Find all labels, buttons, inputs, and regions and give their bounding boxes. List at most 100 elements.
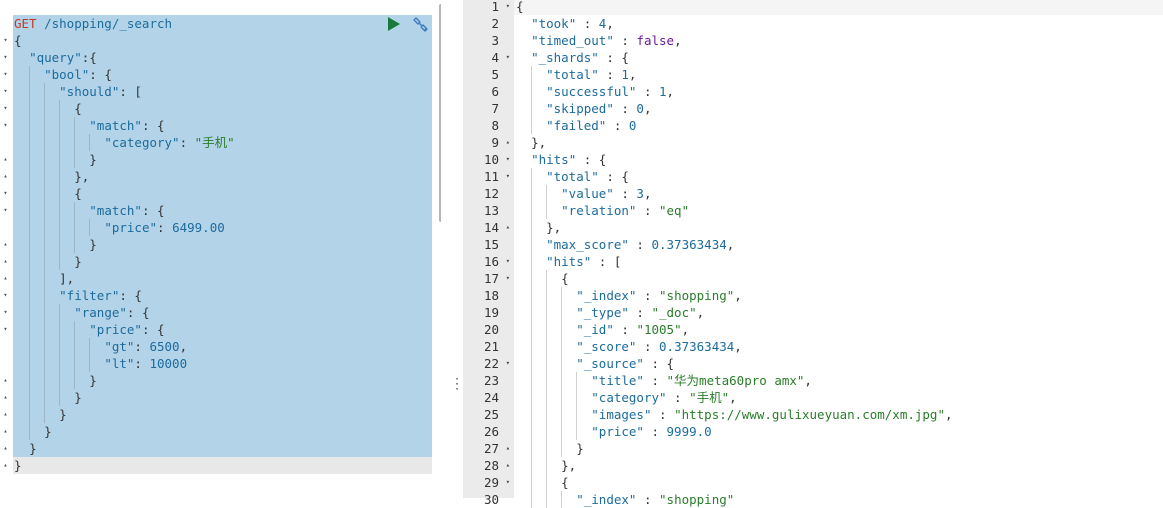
unfold-arrow-icon[interactable]: ▴ bbox=[1, 389, 10, 406]
response-code[interactable]: { "took" : 4, "timed_out" : false, "_sha… bbox=[516, 0, 953, 508]
code-token: 9999.0 bbox=[666, 424, 712, 439]
code-token: "_source" bbox=[576, 356, 644, 371]
code-line: "query":{ bbox=[14, 49, 235, 66]
fold-arrow-icon[interactable]: ▾ bbox=[1, 49, 10, 66]
code-token: 6499.00 bbox=[172, 220, 225, 235]
code-line: }, bbox=[516, 219, 953, 236]
fold-arrow-icon[interactable]: ▾ bbox=[506, 474, 510, 491]
indent-guide bbox=[561, 304, 563, 321]
line-number-label: 10 bbox=[483, 152, 499, 167]
fold-arrow-icon[interactable]: ▾ bbox=[506, 253, 510, 270]
line-number: 1 ▾ bbox=[463, 0, 514, 15]
code-line: "hits" : [ bbox=[516, 253, 953, 270]
line-number-label: 28 bbox=[483, 458, 499, 473]
unfold-arrow-icon[interactable]: ▴ bbox=[1, 406, 10, 423]
indent-guide bbox=[531, 100, 533, 117]
unfold-arrow-icon[interactable]: ▴ bbox=[1, 457, 10, 474]
fold-gutter[interactable]: ▾ ▾ ▾ ▾ ▾ ▾ ▴ ▴ ▾ ▾ ▴ ▴ ▴ ▾ ▾ ▾ ▴ ▴ ▴ ▴ ▴ ▴ bbox=[0, 0, 12, 480]
request-code[interactable]: GET /shopping/_search { "query":{ "bool"… bbox=[14, 15, 235, 474]
code-token: "hits" bbox=[531, 152, 577, 167]
code-token: , bbox=[945, 407, 953, 422]
fold-arrow-icon[interactable]: ▾ bbox=[506, 49, 510, 66]
code-token: : bbox=[598, 67, 622, 82]
play-icon[interactable] bbox=[387, 17, 401, 31]
editor-scrollbar[interactable] bbox=[439, 4, 441, 222]
unfold-arrow-icon[interactable]: ▴ bbox=[1, 253, 10, 270]
fold-arrow-icon[interactable]: ▾ bbox=[1, 304, 10, 321]
code-token: "_shards" bbox=[531, 50, 599, 65]
indent-guide bbox=[531, 185, 533, 202]
unfold-arrow-icon[interactable]: ▴ bbox=[506, 457, 510, 474]
indent-guide bbox=[531, 355, 533, 372]
fold-arrow-icon[interactable]: ▾ bbox=[1, 185, 10, 202]
fold-arrow-icon[interactable]: ▾ bbox=[1, 32, 10, 49]
indent-guide bbox=[44, 270, 46, 287]
code-token: { bbox=[561, 475, 569, 490]
code-token: "lt" bbox=[104, 356, 135, 371]
code-token: "total" bbox=[546, 67, 599, 82]
indent-guide bbox=[531, 389, 533, 406]
unfold-arrow-icon[interactable]: ▴ bbox=[506, 219, 510, 236]
unfold-arrow-icon[interactable]: ▴ bbox=[506, 440, 510, 457]
unfold-arrow-icon[interactable]: ▴ bbox=[1, 372, 10, 389]
line-number: 21 bbox=[463, 338, 514, 355]
fold-arrow-icon[interactable]: ▾ bbox=[1, 117, 10, 134]
code-token: , bbox=[696, 305, 705, 320]
unfold-arrow-icon[interactable]: ▴ bbox=[1, 270, 10, 287]
indent-guide bbox=[29, 168, 31, 185]
fold-arrow-icon[interactable]: ▾ bbox=[506, 151, 510, 168]
indent-guide bbox=[44, 83, 46, 100]
code-line: "took" : 4, bbox=[516, 15, 953, 32]
indent-guide bbox=[59, 185, 61, 202]
unfold-arrow-icon[interactable]: ▴ bbox=[1, 151, 10, 168]
unfold-arrow-icon[interactable]: ▴ bbox=[1, 168, 10, 185]
unfold-arrow-icon[interactable]: ▴ bbox=[1, 423, 10, 440]
fold-arrow-icon[interactable]: ▾ bbox=[1, 83, 10, 100]
indent-guide bbox=[89, 219, 91, 236]
unfold-arrow-icon[interactable]: ▴ bbox=[1, 236, 10, 253]
indent-guide bbox=[29, 236, 31, 253]
indent-guide bbox=[561, 423, 563, 440]
line-number: 5 bbox=[463, 66, 514, 83]
fold-arrow-icon[interactable]: ▾ bbox=[506, 270, 510, 287]
indent-guide bbox=[29, 287, 31, 304]
line-number: 4 ▾ bbox=[463, 49, 514, 66]
code-token: { bbox=[74, 101, 82, 116]
code-token: { bbox=[516, 0, 524, 14]
fold-arrow-icon[interactable]: ▾ bbox=[1, 66, 10, 83]
fold-arrow-icon[interactable]: ▾ bbox=[1, 287, 10, 304]
code-token: } bbox=[44, 424, 52, 439]
fold-arrow-icon[interactable]: ▾ bbox=[1, 202, 10, 219]
request-editor[interactable]: ▾ ▾ ▾ ▾ ▾ ▾ ▴ ▴ ▾ ▾ ▴ ▴ ▴ ▾ ▾ ▾ ▴ ▴ ▴ ▴ ▴ ▴ GET /shopping/_se… bbox=[0, 0, 441, 498]
code-line: "lt": 10000 bbox=[14, 355, 235, 372]
line-number-label: 7 bbox=[491, 101, 499, 116]
line-number: 22 ▾ bbox=[463, 355, 514, 372]
fold-arrow-icon[interactable]: ▾ bbox=[506, 0, 510, 15]
code-line: }, bbox=[516, 457, 953, 474]
code-line: "images" : "https://www.gulixueyuan.com/… bbox=[516, 406, 953, 423]
unfold-arrow-icon[interactable]: ▴ bbox=[506, 134, 510, 151]
code-token: : bbox=[613, 33, 637, 48]
indent-guide bbox=[44, 321, 46, 338]
code-token: } bbox=[89, 237, 97, 252]
code-token: : bbox=[666, 390, 690, 405]
code-token: "relation" bbox=[561, 203, 637, 218]
code-line: } bbox=[14, 372, 235, 389]
fold-arrow-icon[interactable]: ▾ bbox=[506, 168, 510, 185]
code-token: }, bbox=[531, 135, 547, 150]
indent-guide bbox=[29, 338, 31, 355]
fold-arrow-icon[interactable]: ▾ bbox=[1, 321, 10, 338]
wrench-icon[interactable] bbox=[412, 16, 430, 34]
unfold-arrow-icon[interactable]: ▴ bbox=[1, 440, 10, 457]
line-number: 11 ▾ bbox=[463, 168, 514, 185]
fold-arrow-icon[interactable]: ▾ bbox=[1, 100, 10, 117]
fold-arrow-icon[interactable]: ▾ bbox=[506, 355, 510, 372]
code-token: 1 bbox=[621, 67, 629, 82]
indent-guide bbox=[546, 457, 548, 474]
code-line: "gt": 6500, bbox=[14, 338, 235, 355]
panel-resize-handle[interactable]: ⋮ bbox=[450, 372, 464, 396]
code-line: "match": { bbox=[14, 117, 235, 134]
line-number-label: 2 bbox=[491, 16, 499, 31]
indent-guide bbox=[59, 304, 61, 321]
line-number-label: 6 bbox=[491, 84, 499, 99]
